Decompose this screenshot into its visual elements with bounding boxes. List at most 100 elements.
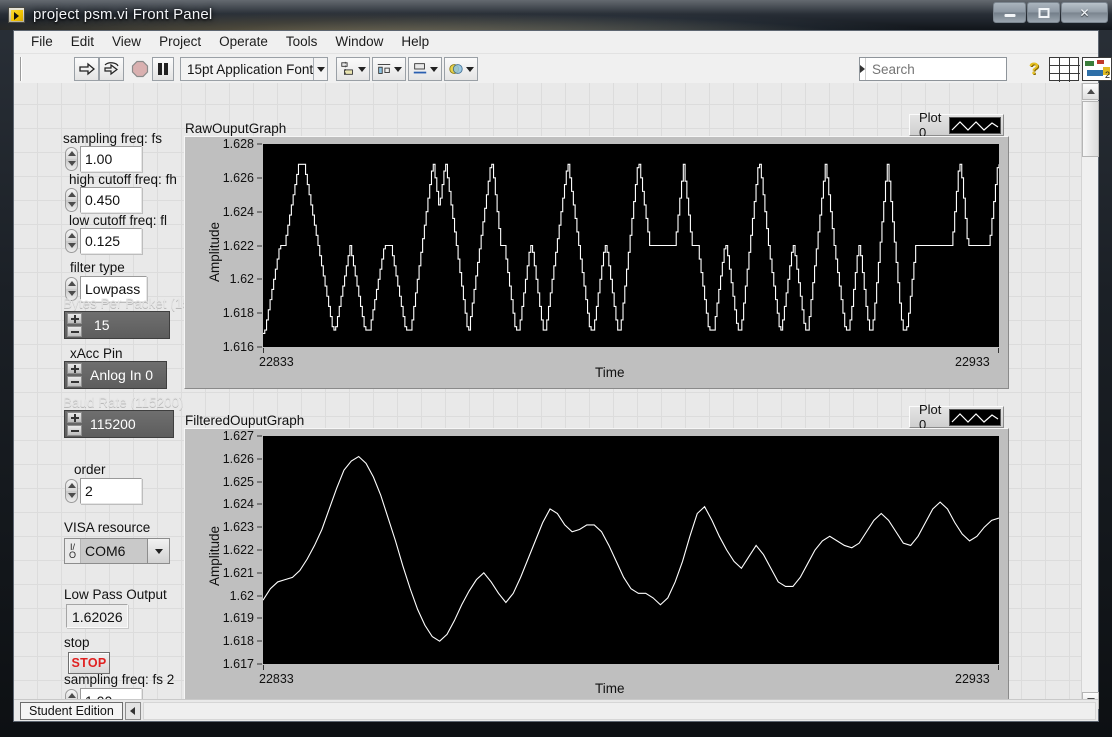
spinner-low-cutoff-fl[interactable] [64,228,79,254]
label-visa-resource: VISA resource [64,520,151,535]
y-tick-label: 1.618 [222,306,254,321]
stop-button[interactable]: STOP [68,652,110,674]
menu-operate[interactable]: Operate [210,32,277,52]
reorder-icon[interactable] [444,57,478,81]
resize-objects-icon[interactable] [408,57,442,81]
stepper-bytes-per-packet[interactable] [65,312,84,338]
chevron-down-icon[interactable] [147,539,169,563]
menu-help[interactable]: Help [392,32,438,52]
menu-view[interactable]: View [103,32,150,52]
spinner-high-cutoff-fh[interactable] [64,187,79,213]
minimize-button[interactable] [993,2,1026,23]
panel-vertical-scrollbar[interactable] [1081,83,1099,709]
student-edition-tab[interactable]: Student Edition [20,701,123,720]
value-low-cutoff-fl[interactable]: 0.125 [80,228,142,254]
graph-title-raw: RawOuputGraph [185,121,287,136]
status-horizontal-track[interactable] [142,701,1096,720]
status-scroll-left-button[interactable] [124,701,141,720]
align-objects-glyph [341,61,353,77]
stepper-baud-rate[interactable] [65,411,84,437]
legend-plot-swatch[interactable] [949,408,1002,426]
x-tick-label: 22933 [955,355,990,369]
close-button[interactable]: ✕ [1061,2,1108,23]
value-xacc-pin[interactable]: Anlog In 0 [84,362,166,388]
spinner-order[interactable] [64,478,79,504]
y-tick-mark [257,435,262,437]
control-sampling-freq-fs[interactable]: 1.00 [64,146,142,172]
control-high-cutoff-fh[interactable]: 0.450 [64,187,142,213]
menu-tools[interactable]: Tools [277,32,327,52]
font-selector[interactable]: 15pt Application Font [180,57,328,81]
context-help-icon[interactable]: ? [1022,57,1046,81]
increment-icon [67,363,82,374]
plot-line-raw [263,144,999,347]
value-baud-rate[interactable]: 115200 [84,411,173,437]
y-tick-mark [257,143,262,145]
run-continuously-glyph [104,61,119,75]
toolbar: 15pt Application Font Search ? 2 [14,53,1112,83]
y-tick-label: 1.616 [222,340,254,354]
pause-icon[interactable] [152,57,174,81]
search-box[interactable] [859,57,1069,81]
y-tick-mark [257,572,262,574]
scroll-up-button[interactable] [1082,83,1099,100]
control-xacc-pin[interactable]: Anlog In 0 [64,361,167,389]
graph-raw-output[interactable]: Amplitude 1.628 1.626 1.624 1.622 1.62 1.618 1… [184,136,1009,389]
y-axis-title-filtered: Amplitude [207,525,222,586]
plot-area-filtered[interactable] [263,436,999,664]
y-tick-mark [257,595,262,597]
legend-plot-swatch[interactable] [949,116,1002,134]
font-dropdown-arrow[interactable] [313,58,327,80]
control-bytes-per-packet[interactable]: 15 [64,311,170,339]
value-high-cutoff-fh[interactable]: 0.450 [80,187,142,213]
graph-filtered-output[interactable]: Amplitude 1.627 1.626 1.625 1.624 1.623 1.622… [184,428,1009,705]
window-grid-icon[interactable] [1049,57,1080,82]
plot-area-raw[interactable] [263,144,999,347]
control-low-cutoff-fl[interactable]: 0.125 [64,228,142,254]
y-tick-label: 1.626 [222,170,254,185]
abort-execution-icon[interactable] [128,57,152,81]
graph-title-filtered: FilteredOuputGraph [185,413,305,428]
font-label: 15pt Application Font [187,61,314,77]
increment-icon [67,412,82,423]
run-arrow-icon[interactable] [74,57,99,81]
control-visa-resource[interactable]: I/O COM6 [64,538,170,564]
control-baud-rate[interactable]: 115200 [64,410,174,438]
run-arrow-glyph [78,62,95,76]
value-sampling-freq-fs[interactable]: 1.00 [80,146,142,172]
y-tick-mark [257,458,262,460]
y-tick-mark [257,663,262,665]
legend-filtered[interactable]: Plot 0 [909,402,1004,432]
x-tick-mark [263,665,264,670]
y-tick-mark [257,503,262,505]
label-stop: stop [64,635,90,650]
y-tick-mark [257,245,262,246]
value-visa-resource[interactable]: COM6 [81,539,147,563]
legend-raw[interactable]: Plot 0 [909,110,1004,140]
distribute-objects-icon[interactable] [372,57,406,81]
menu-file[interactable]: File [22,32,62,52]
waveform-icon [951,120,999,131]
x-tick-mark [998,665,999,670]
y-tick-label: 1.626 [222,451,254,466]
maximize-button[interactable] [1027,2,1060,23]
vi-thumbnail-icon[interactable]: 2 [1082,57,1112,81]
stepper-xacc-pin[interactable] [65,362,84,388]
run-continuously-icon[interactable] [99,57,124,81]
resize-objects-glyph [413,63,427,74]
y-axis-title-raw: Amplitude [207,221,222,282]
x-tick-label: 22833 [259,355,294,369]
control-order[interactable]: 2 [64,478,142,504]
align-objects-icon[interactable] [336,57,370,81]
value-order[interactable]: 2 [80,478,142,504]
spinner-sampling-freq-fs[interactable] [64,146,79,172]
menu-window[interactable]: Window [326,32,392,52]
scroll-thumb[interactable] [1082,101,1099,157]
decrement-icon [67,376,82,387]
y-tick-label: 1.625 [222,474,254,489]
menu-edit[interactable]: Edit [62,32,103,52]
y-tick-mark [257,177,262,179]
y-tick-mark [257,346,262,348]
value-bytes-per-packet[interactable]: 15 [84,312,169,338]
menu-project[interactable]: Project [150,32,210,52]
